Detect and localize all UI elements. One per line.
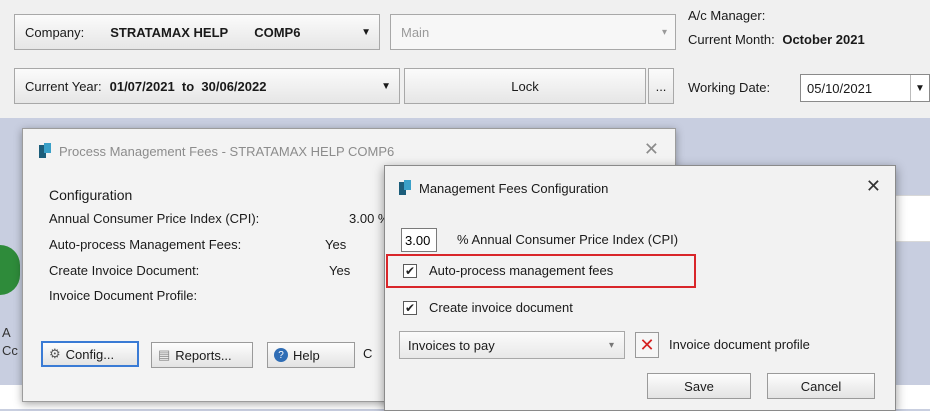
close-icon[interactable]: ✕ <box>866 176 881 197</box>
chevron-down-icon: ▾ <box>608 339 614 351</box>
ellipsis-button[interactable]: ... <box>648 68 674 104</box>
management-fees-configuration-dialog: Management Fees Configuration ✕ % Annual… <box>384 165 896 411</box>
current-year-selector[interactable]: Current Year: 01/07/2021 to 30/06/2022 ▼ <box>14 68 400 104</box>
side-letter: Cc <box>2 343 18 358</box>
close-icon[interactable]: ✕ <box>644 139 659 160</box>
chevron-down-icon: ▾ <box>661 26 667 38</box>
configuration-heading: Configuration <box>49 187 133 203</box>
create-invoice-checkbox[interactable]: ✔ <box>403 301 417 315</box>
working-date-picker[interactable]: 05/10/2021 ▼ <box>800 74 930 102</box>
reports-button-label: Reports... <box>175 347 232 363</box>
red-x-icon: ✕ <box>639 334 655 355</box>
invoice-profile-row-label: Invoice Document Profile: <box>49 288 198 303</box>
save-button[interactable]: Save <box>647 373 751 399</box>
help-button-label: Help <box>293 347 320 363</box>
side-letter: A <box>2 325 11 340</box>
invoice-profile-label: Invoice document profile <box>669 337 810 352</box>
chevron-down-icon: ▼ <box>361 26 371 38</box>
current-month-label: Current Month: <box>688 32 775 47</box>
cancel-button-label: Cancel <box>800 378 842 394</box>
current-month: Current Month: October 2021 <box>688 32 865 47</box>
company-code: COMP6 <box>254 24 301 40</box>
help-button[interactable]: ? Help <box>267 342 355 368</box>
chevron-down-icon[interactable]: ▼ <box>910 75 929 101</box>
save-button-label: Save <box>684 378 714 394</box>
auto-process-row-value: Yes <box>325 237 347 252</box>
auto-process-label: Auto-process management fees <box>429 263 614 278</box>
cpi-input[interactable] <box>401 228 437 252</box>
chevron-down-icon: ▼ <box>381 80 391 92</box>
ellipsis-label: ... <box>655 78 667 94</box>
ac-manager-label: A/c Manager: <box>688 8 766 23</box>
app-icon <box>39 143 51 159</box>
create-invoice-row-label: Create Invoice Document: <box>49 263 200 278</box>
clear-profile-button[interactable]: ✕ <box>635 332 659 358</box>
modal-titlebar: Management Fees Configuration <box>385 166 895 210</box>
config-button-label: Config... <box>65 346 115 362</box>
cpi-row-label: Annual Consumer Price Index (CPI): <box>49 211 260 226</box>
modal-title: Management Fees Configuration <box>419 180 609 196</box>
app-icon <box>399 180 411 196</box>
company-name: STRATAMAX HELP <box>110 24 229 40</box>
working-date-label: Working Date: <box>688 80 771 95</box>
lock-button[interactable]: Lock <box>404 68 646 104</box>
building-selector[interactable]: Main ▾ <box>390 14 676 50</box>
current-month-value: October 2021 <box>782 32 865 47</box>
partial-text: C <box>363 346 373 361</box>
create-invoice-row-value: Yes <box>329 263 351 278</box>
current-year-range: 01/07/2021 to 30/06/2022 <box>109 78 267 94</box>
current-year-label: Current Year: <box>25 78 102 94</box>
gear-icon: ⚙ <box>49 346 61 361</box>
reports-button[interactable]: ▤ Reports... <box>151 342 253 368</box>
company-selector[interactable]: Company: STRATAMAX HELP COMP6 ▼ <box>14 14 380 50</box>
cancel-button[interactable]: Cancel <box>767 373 875 399</box>
company-label: Company: <box>25 24 85 40</box>
top-toolbar: Company: STRATAMAX HELP COMP6 ▼ Main ▾ C… <box>0 0 930 119</box>
auto-process-checkbox[interactable]: ✔ <box>403 264 417 278</box>
config-button[interactable]: ⚙ Config... <box>41 341 139 367</box>
lock-label: Lock <box>511 78 539 94</box>
invoice-profile-selected: Invoices to pay <box>408 337 495 353</box>
cpi-label: % Annual Consumer Price Index (CPI) <box>457 232 679 247</box>
dialog-title: Process Management Fees - STRATAMAX HELP… <box>59 143 395 159</box>
help-icon: ? <box>274 348 288 362</box>
building-placeholder: Main <box>401 24 430 40</box>
invoice-profile-select[interactable]: Invoices to pay ▾ <box>399 331 625 359</box>
auto-process-row-label: Auto-process Management Fees: <box>49 237 242 252</box>
document-icon: ▤ <box>158 347 171 362</box>
create-invoice-label: Create invoice document <box>429 300 573 315</box>
working-date-value: 05/10/2021 <box>807 80 873 96</box>
